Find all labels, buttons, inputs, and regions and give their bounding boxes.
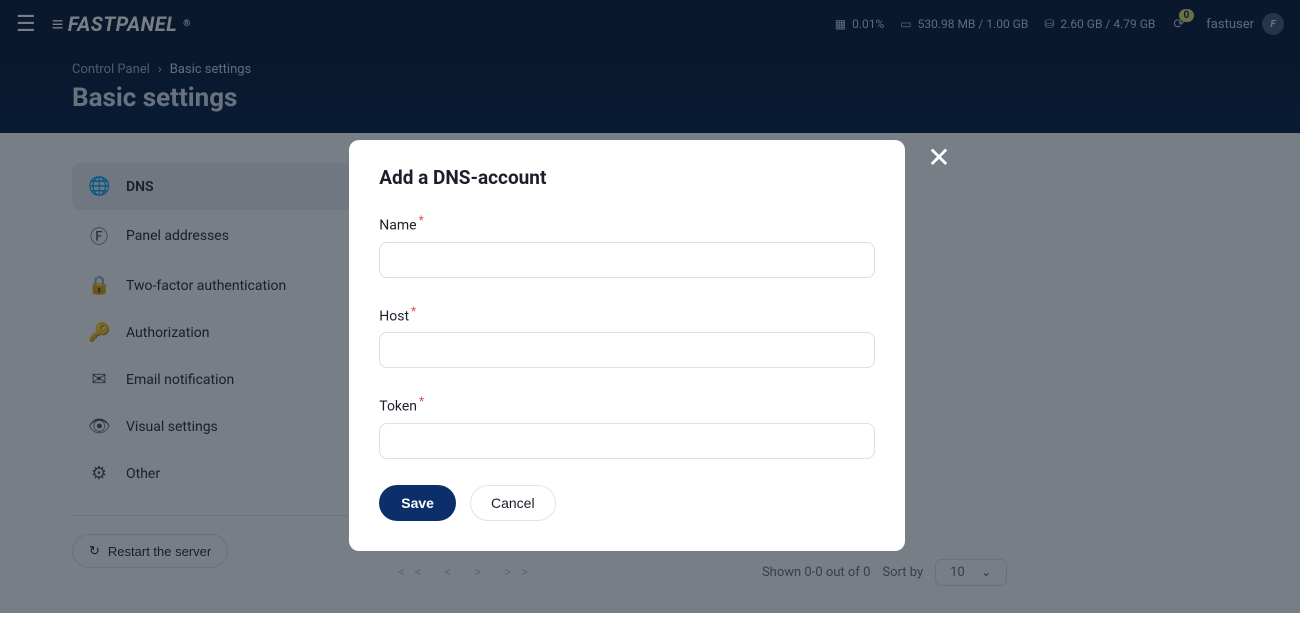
host-label: Host*	[379, 304, 875, 325]
form-group-token: Token*	[379, 394, 875, 459]
modal-actions: Save Cancel	[379, 485, 875, 521]
name-input[interactable]	[379, 242, 875, 278]
cancel-button[interactable]: Cancel	[470, 485, 556, 521]
token-input[interactable]	[379, 423, 875, 459]
name-label: Name*	[379, 213, 875, 234]
form-group-name: Name*	[379, 213, 875, 278]
host-input[interactable]	[379, 332, 875, 368]
form-group-host: Host*	[379, 304, 875, 369]
add-dns-account-modal: Add a DNS-account Name* Host* Token*	[349, 140, 905, 551]
modal-title: Add a DNS-account	[379, 166, 875, 189]
save-button[interactable]: Save	[379, 485, 456, 521]
close-icon[interactable]: ✕	[927, 144, 950, 172]
token-label: Token*	[379, 394, 875, 415]
modal-overlay: Add a DNS-account Name* Host* Token*	[0, 0, 1300, 613]
